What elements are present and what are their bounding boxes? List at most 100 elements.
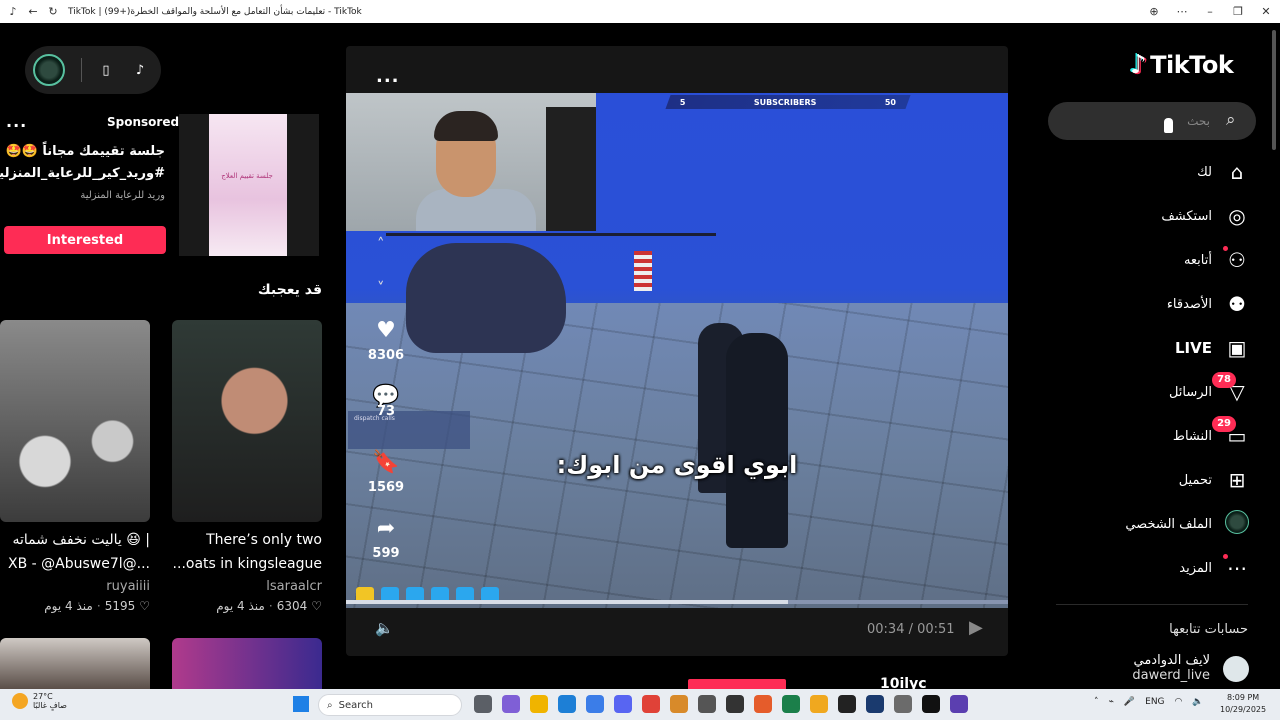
nav-friends[interactable]: ⚉ الأصدقاء: [1167, 290, 1250, 318]
taskbar-app-icon[interactable]: [698, 695, 716, 713]
taskbar-app-icon[interactable]: [866, 695, 884, 713]
nav-live[interactable]: ▣ LIVE: [1175, 334, 1250, 362]
tiktok-logo[interactable]: ♪ TikTok: [1130, 50, 1234, 80]
user-avatar[interactable]: [33, 54, 65, 86]
volume-icon[interactable]: 🔈: [1192, 697, 1203, 707]
save-button[interactable]: 🔖 1569: [364, 450, 408, 495]
nav-label: المزيد: [1179, 560, 1212, 576]
subscribers-right: 50: [884, 97, 896, 107]
video-player[interactable]: 5 SUBSCRIBERS 50 dispatch calls ابوي اقو…: [346, 93, 1008, 608]
video-more-icon[interactable]: ...: [376, 66, 400, 87]
minimize-icon[interactable]: –: [1196, 5, 1224, 18]
taskbar-app-icon[interactable]: [642, 695, 660, 713]
soldier: [726, 333, 788, 548]
card-thumbnail[interactable]: [0, 320, 150, 522]
language-indicator[interactable]: ENG: [1145, 697, 1164, 707]
taskbar-app-icon[interactable]: [950, 695, 968, 713]
card-title[interactable]: ياليت نخفف شماته 😆 |: [12, 532, 150, 548]
taskbar-app-icon[interactable]: [894, 695, 912, 713]
taskbar-app-icon[interactable]: [502, 695, 520, 713]
following-accounts-title: حسابات تتابعها: [1169, 622, 1248, 637]
restore-icon[interactable]: ❐: [1224, 5, 1252, 18]
nav-more[interactable]: ⋯ المزيد: [1179, 554, 1250, 582]
next-video-button[interactable]: [688, 679, 786, 689]
taskbar-app-icon[interactable]: [726, 695, 744, 713]
followed-handle: dawerd_live: [1132, 668, 1210, 683]
card-subtitle[interactable]: ...oats in kingsleague: [173, 556, 322, 572]
recommended-card[interactable]: ياليت نخفف شماته 😆 | XB - @Abuswe7l@... …: [0, 320, 150, 613]
video-time: 00:34 / 00:51: [867, 622, 955, 637]
card-thumbnail[interactable]: [172, 320, 322, 522]
chevron-up-icon[interactable]: ˄: [377, 235, 395, 253]
clock-date: 10/29/2025: [1220, 705, 1267, 714]
share-button[interactable]: ➦ 599: [364, 516, 408, 561]
tiktok-icon[interactable]: ♪: [130, 60, 150, 80]
page-scrollbar[interactable]: [1272, 30, 1276, 150]
taskbar-app-icon[interactable]: [838, 695, 856, 713]
share-icon: ➦: [376, 516, 396, 541]
phone-icon[interactable]: ▯: [96, 60, 116, 80]
back-arrow-icon[interactable]: ←: [26, 5, 40, 19]
recommended-card[interactable]: There’s only two ...oats in kingsleague …: [172, 320, 322, 613]
card-thumbnail[interactable]: [172, 638, 322, 689]
taskbar-app-icon[interactable]: [782, 695, 800, 713]
play-icon[interactable]: ▶: [969, 617, 983, 638]
nav-upload[interactable]: ⊞ تحميل: [1179, 466, 1250, 494]
nav-explore[interactable]: ◎ استكشف: [1161, 202, 1250, 230]
card-username[interactable]: ruyaiiii: [106, 579, 150, 594]
mic-icon[interactable]: 🎤: [1124, 697, 1135, 707]
search-icon[interactable]: ⌕: [1226, 110, 1236, 130]
close-icon[interactable]: ✕: [1252, 5, 1280, 18]
ad-hashtag[interactable]: #وريد_كير_للرعاية_المنزلية...: [0, 166, 165, 181]
taskbar-app-icon[interactable]: [558, 695, 576, 713]
weather-widget[interactable]: 27°C صافٍ غالبًا: [12, 692, 67, 710]
taskbar-app-icon[interactable]: [586, 695, 604, 713]
video-progress-bar[interactable]: [346, 600, 1008, 604]
taskbar-app-icon[interactable]: [922, 695, 940, 713]
card-thumbnail[interactable]: [0, 638, 150, 689]
card-title[interactable]: There’s only two: [206, 532, 322, 548]
card-username[interactable]: lsaraalcr: [266, 579, 322, 594]
browser-titlebar: ♪ ← ↻ TikTok | تعليمات بشأن التعامل مع ا…: [0, 0, 1280, 23]
nav-following[interactable]: ⚇ أتابعه: [1184, 246, 1250, 274]
taskbar-app-icon[interactable]: [530, 695, 548, 713]
followed-avatar[interactable]: [1223, 656, 1249, 682]
taskbar-app-icon[interactable]: [614, 695, 632, 713]
ad-advertiser[interactable]: وريد للرعاية المنزلية: [80, 190, 165, 201]
taskbar: 27°C صافٍ غالبًا ⌕ Search ˄ ⌁ 🎤 ENG ◠ 🔈 …: [0, 689, 1280, 720]
taskbar-app-icon[interactable]: [670, 695, 688, 713]
clock[interactable]: 8:09 PM 10/29/2025: [1220, 692, 1266, 716]
nav-activity[interactable]: ▭ 29 النشاط: [1173, 416, 1250, 450]
card-subtitle[interactable]: XB - @Abuswe7l@...: [8, 556, 150, 572]
more-icon[interactable]: ⋯: [1168, 5, 1196, 18]
nav-messages[interactable]: ▽ 78 الرسائل: [1169, 372, 1250, 406]
taskbar-app-icon[interactable]: [474, 695, 492, 713]
comment-button[interactable]: 💬 73: [364, 384, 408, 419]
ad-thumbnail[interactable]: جلسة تقييم العلاج: [179, 114, 319, 256]
zoom-icon[interactable]: ⊕: [1140, 5, 1168, 18]
chevron-up-icon[interactable]: ˄: [1094, 697, 1099, 707]
interested-button[interactable]: Interested: [4, 226, 166, 254]
taskbar-app-icon[interactable]: [754, 695, 772, 713]
start-button[interactable]: [293, 696, 309, 712]
card-likes: 6304: [276, 599, 308, 613]
followed-account[interactable]: لايف الدوادمي dawerd_live: [1132, 653, 1210, 683]
clock-time: 8:09 PM: [1226, 693, 1260, 702]
window-title: TikTok | تعليمات بشأن التعامل مع الأسلحة…: [68, 6, 362, 17]
search-input[interactable]: [1060, 110, 1210, 132]
video-nav: ˄ ˅: [377, 235, 395, 297]
volume-icon[interactable]: 🔈: [375, 619, 394, 637]
taskbar-app-icon[interactable]: [810, 695, 828, 713]
nav-for-you[interactable]: ⌂ لك: [1197, 158, 1250, 186]
wifi-icon[interactable]: ◠: [1175, 697, 1183, 707]
bookmark-icon: 🔖: [372, 450, 400, 475]
ad-headline[interactable]: جلسة تقييمك مجاناً 🤩🤩: [6, 144, 165, 159]
taskbar-search[interactable]: ⌕ Search: [318, 694, 462, 716]
network-icon[interactable]: ⌁: [1109, 697, 1114, 707]
chevron-down-icon[interactable]: ˅: [377, 279, 395, 297]
reload-icon[interactable]: ↻: [46, 5, 60, 19]
like-button[interactable]: ♥ 8306: [364, 318, 408, 363]
notification-dot: [1223, 554, 1228, 559]
ad-more-icon[interactable]: ...: [6, 112, 27, 131]
nav-profile[interactable]: الملف الشخصي: [1125, 509, 1250, 538]
